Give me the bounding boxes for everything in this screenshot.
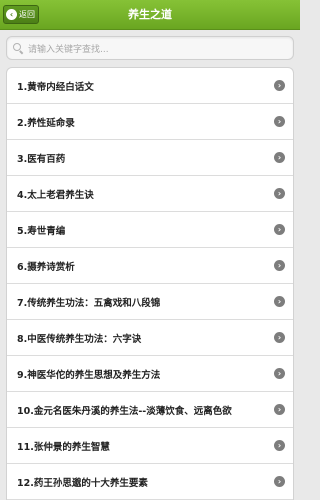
chevron-right-icon: › bbox=[274, 296, 285, 307]
search-icon bbox=[13, 43, 23, 53]
chevron-right-icon: › bbox=[274, 476, 285, 487]
back-button[interactable]: ‹ 返回 bbox=[3, 5, 39, 24]
list-item[interactable]: 2.养性延命录 › bbox=[7, 104, 293, 140]
chevron-right-icon: › bbox=[274, 152, 285, 163]
article-list: 1.黄帝内经白话文 › 2.养性延命录 › 3.医有百药 › 4.太上老君养生诀… bbox=[6, 67, 294, 500]
list-item[interactable]: 10.金元名医朱丹溪的养生法--淡薄饮食、远离色欲 › bbox=[7, 392, 293, 428]
list-item-label: 6.摄养诗赏析 bbox=[17, 261, 75, 273]
list-item-label: 4.太上老君养生诀 bbox=[17, 189, 94, 201]
list-item-label: 3.医有百药 bbox=[17, 153, 66, 165]
list-item-label: 11.张仲景的养生智慧 bbox=[17, 441, 110, 453]
chevron-right-icon: › bbox=[274, 188, 285, 199]
list-item[interactable]: 7.传统养生功法：五禽戏和八段锦 › bbox=[7, 284, 293, 320]
list-item[interactable]: 9.神医华佗的养生思想及养生方法 › bbox=[7, 356, 293, 392]
chevron-right-icon: › bbox=[274, 224, 285, 235]
list-item[interactable]: 12.药王孙思邈的十大养生要素 › bbox=[7, 464, 293, 500]
header-bar: 养生之道 ‹ 返回 bbox=[0, 0, 300, 30]
list-item[interactable]: 6.摄养诗赏析 › bbox=[7, 248, 293, 284]
list-item-label: 8.中医传统养生功法：六字诀 bbox=[17, 333, 142, 345]
page-title: 养生之道 bbox=[128, 8, 172, 21]
chevron-right-icon: › bbox=[274, 260, 285, 271]
back-arrow-icon: ‹ bbox=[6, 9, 17, 20]
list-item[interactable]: 4.太上老君养生诀 › bbox=[7, 176, 293, 212]
search-placeholder: 请输入关键字查找... bbox=[28, 44, 109, 55]
list-item[interactable]: 1.黄帝内经白话文 › bbox=[7, 68, 293, 104]
chevron-right-icon: › bbox=[274, 404, 285, 415]
list-item-label: 1.黄帝内经白话文 bbox=[17, 81, 94, 93]
search-input[interactable]: 请输入关键字查找... bbox=[6, 36, 294, 60]
list-item[interactable]: 5.寿世青编 › bbox=[7, 212, 293, 248]
list-item-label: 9.神医华佗的养生思想及养生方法 bbox=[17, 369, 161, 381]
list-item-label: 2.养性延命录 bbox=[17, 117, 75, 129]
chevron-right-icon: › bbox=[274, 116, 285, 127]
back-label: 返回 bbox=[19, 10, 35, 19]
list-item[interactable]: 8.中医传统养生功法：六字诀 › bbox=[7, 320, 293, 356]
chevron-right-icon: › bbox=[274, 368, 285, 379]
chevron-right-icon: › bbox=[274, 332, 285, 343]
list-item-label: 5.寿世青编 bbox=[17, 225, 66, 237]
list-item[interactable]: 3.医有百药 › bbox=[7, 140, 293, 176]
list-item-label: 7.传统养生功法：五禽戏和八段锦 bbox=[17, 297, 161, 309]
list-item-label: 12.药王孙思邈的十大养生要素 bbox=[17, 477, 148, 489]
list-item[interactable]: 11.张仲景的养生智慧 › bbox=[7, 428, 293, 464]
list-item-label: 10.金元名医朱丹溪的养生法--淡薄饮食、远离色欲 bbox=[17, 405, 232, 417]
chevron-right-icon: › bbox=[274, 440, 285, 451]
chevron-right-icon: › bbox=[274, 80, 285, 91]
